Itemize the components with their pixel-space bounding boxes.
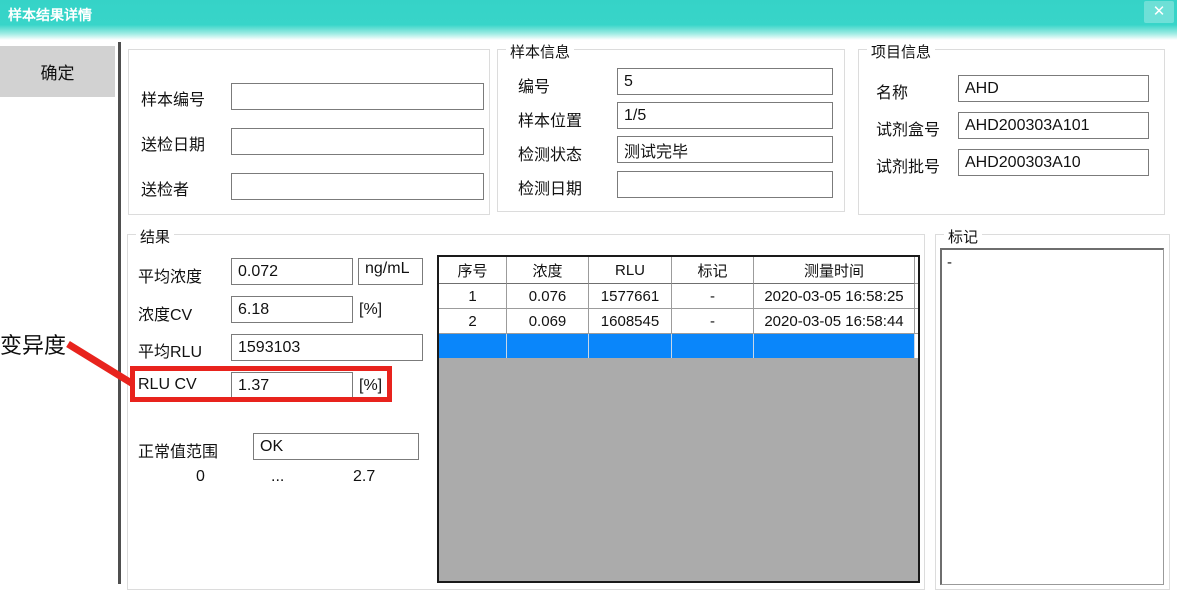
sample-no-label: 样本编号 <box>141 86 205 110</box>
avg-conc-label: 平均浓度 <box>138 263 202 287</box>
col-header-seq[interactable]: 序号 <box>439 257 507 284</box>
test-status-input[interactable] <box>617 136 833 163</box>
sample-result-dialog: 样本结果详情 ✕ 确定 样本编号 送检日期 送检者 样本信息 编号 样本位置 检… <box>0 0 1177 597</box>
col-header-time[interactable]: 测量时间 <box>754 257 915 284</box>
ok-button[interactable]: 确定 <box>0 46 115 97</box>
test-status-label: 检测状态 <box>518 141 582 165</box>
reagent-lot-label: 试剂批号 <box>876 153 940 177</box>
col-header-mark[interactable]: 标记 <box>672 257 754 284</box>
number-label: 编号 <box>518 73 550 97</box>
normal-range-label: 正常值范围 <box>138 438 218 462</box>
cell-seq: 2 <box>439 309 507 334</box>
row-filler <box>915 284 918 309</box>
kit-no-label: 试剂盒号 <box>876 116 940 140</box>
avg-rlu-input[interactable] <box>231 334 423 361</box>
cell-time <box>754 334 915 358</box>
cell-conc: 0.076 <box>507 284 589 309</box>
rlu-cv-unit: [%] <box>359 377 382 395</box>
avg-conc-input[interactable] <box>231 258 353 285</box>
header-filler <box>915 257 918 284</box>
mark-textarea[interactable]: - <box>940 248 1164 585</box>
avg-rlu-label: 平均RLU <box>138 338 202 362</box>
reagent-lot-input[interactable] <box>958 149 1149 176</box>
cell-time: 2020-03-05 16:58:25 <box>754 284 915 309</box>
kit-no-input[interactable] <box>958 112 1149 139</box>
measurements-table: 序号 浓度 RLU 标记 测量时间 1 0.076 1577661 - 2020… <box>437 255 920 583</box>
sample-info-title: 样本信息 <box>506 41 574 62</box>
col-header-rlu[interactable]: RLU <box>589 257 672 284</box>
project-info-title: 项目信息 <box>867 41 935 62</box>
cell-rlu: 1577661 <box>589 284 672 309</box>
table-row-selected[interactable] <box>439 334 918 358</box>
sample-no-input[interactable] <box>231 83 484 110</box>
sample-info-group: 样本信息 编号 样本位置 检测状态 检测日期 <box>497 49 845 212</box>
test-date-input[interactable] <box>617 171 833 198</box>
conc-cv-input[interactable] <box>231 296 353 323</box>
sample-position-input[interactable] <box>617 102 833 129</box>
patient-form-group: 样本编号 送检日期 送检者 <box>128 49 490 215</box>
number-input[interactable] <box>617 68 833 95</box>
col-header-conc[interactable]: 浓度 <box>507 257 589 284</box>
sample-position-label: 样本位置 <box>518 107 582 131</box>
cell-seq <box>439 334 507 358</box>
cell-rlu: 1608545 <box>589 309 672 334</box>
conc-cv-unit: [%] <box>359 301 382 319</box>
cell-seq: 1 <box>439 284 507 309</box>
project-name-label: 名称 <box>876 79 908 103</box>
table-row[interactable]: 1 0.076 1577661 - 2020-03-05 16:58:25 <box>439 284 918 309</box>
row-filler <box>915 334 918 358</box>
window-title: 样本结果详情 <box>8 5 92 25</box>
results-title: 结果 <box>136 226 174 247</box>
send-date-label: 送检日期 <box>141 131 205 155</box>
avg-conc-unit: ng/mL <box>358 258 423 285</box>
row-filler <box>915 309 918 334</box>
rlu-cv-input[interactable] <box>231 372 353 399</box>
cell-conc: 0.069 <box>507 309 589 334</box>
sender-input[interactable] <box>231 173 484 200</box>
conc-cv-label: 浓度CV <box>138 301 192 325</box>
mark-group: 标记 - <box>935 234 1170 590</box>
send-date-input[interactable] <box>231 128 484 155</box>
cell-mark: - <box>672 309 754 334</box>
title-bar: 样本结果详情 ✕ <box>0 0 1177 40</box>
vertical-divider <box>118 42 121 584</box>
project-info-group: 项目信息 名称 试剂盒号 试剂批号 <box>858 49 1165 215</box>
close-icon[interactable]: ✕ <box>1144 1 1174 23</box>
mark-title: 标记 <box>944 226 982 247</box>
normal-range-input[interactable] <box>253 433 419 460</box>
cell-mark <box>672 334 754 358</box>
range-dots: ... <box>271 468 284 486</box>
cell-time: 2020-03-05 16:58:44 <box>754 309 915 334</box>
rlu-cv-label: RLU CV <box>138 376 197 394</box>
range-low: 0 <box>196 468 205 486</box>
cell-mark: - <box>672 284 754 309</box>
project-name-input[interactable] <box>958 75 1149 102</box>
variability-annotation: 变异度 <box>0 328 66 360</box>
test-date-label: 检测日期 <box>518 175 582 199</box>
range-high: 2.7 <box>353 468 375 486</box>
table-header-row: 序号 浓度 RLU 标记 测量时间 <box>439 257 918 284</box>
table-row[interactable]: 2 0.069 1608545 - 2020-03-05 16:58:44 <box>439 309 918 334</box>
cell-rlu <box>589 334 672 358</box>
cell-conc <box>507 334 589 358</box>
sender-label: 送检者 <box>141 176 189 200</box>
